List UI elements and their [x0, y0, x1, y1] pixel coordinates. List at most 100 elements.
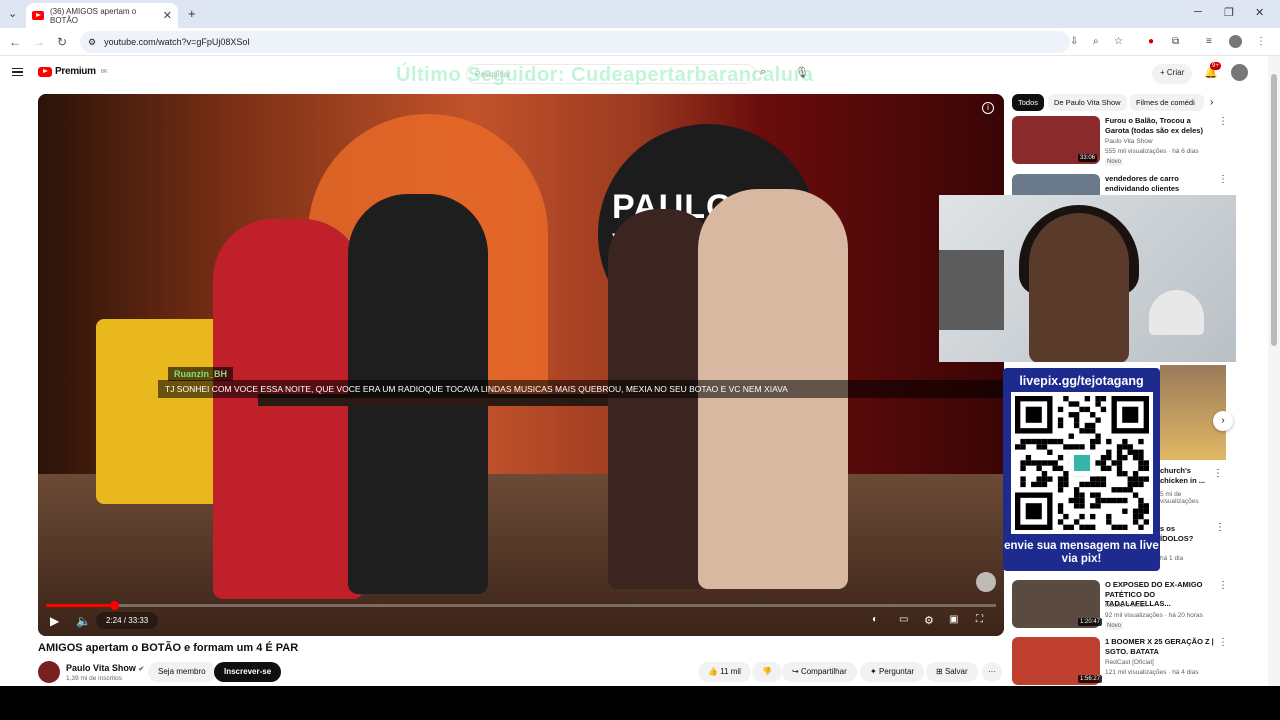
carousel-next-icon[interactable]: ›: [1213, 411, 1233, 431]
qr-module: [1057, 481, 1064, 488]
reco-channel: Paulo Vita Show: [1105, 138, 1153, 145]
qr-module: [1106, 497, 1112, 504]
reco-title[interactable]: vendedores de carro endividando clientes: [1105, 174, 1217, 193]
bookmark-star-icon[interactable]: ☆: [1114, 36, 1123, 47]
dislike-button[interactable]: 👎: [752, 662, 782, 682]
like-button[interactable]: 👍 11 mil: [698, 662, 751, 682]
new-tab-icon[interactable]: +: [188, 6, 196, 21]
reco-item[interactable]: 1:20:47 O EXPOSED DO EX-AMIGO PATÉTICO D…: [1010, 580, 1230, 630]
extensions-puzzle-icon[interactable]: ⧉: [1172, 36, 1179, 47]
page-scrollbar[interactable]: [1268, 56, 1280, 686]
qr-module: [1127, 449, 1133, 455]
qr-module: [1122, 438, 1128, 445]
channel-name[interactable]: Paulo Vita Show ✔: [66, 663, 144, 673]
close-tab-icon[interactable]: ✕: [163, 9, 172, 22]
qr-module: [1138, 503, 1144, 509]
reco-item[interactable]: 33:06 Furou o Balão, Trocou a Garota (to…: [1010, 116, 1230, 166]
qr-module: [1106, 438, 1112, 445]
chip-comedy[interactable]: Filmes de comédi: [1130, 94, 1204, 111]
qr-module: [1063, 524, 1069, 530]
save-button[interactable]: ⊞ Salvar: [926, 662, 978, 682]
ask-button[interactable]: ✦ Perguntar: [860, 662, 925, 682]
zoom-icon[interactable]: ⌕: [1093, 36, 1099, 47]
share-button[interactable]: ↪ Compartilhar: [782, 662, 857, 682]
reco-item[interactable]: 1:56:27 1 BOOMER X 25 GERAÇÃO Z | SGTO. …: [1010, 637, 1230, 686]
qr-module: [1084, 428, 1091, 434]
youtube-logo[interactable]: Premium BR: [38, 66, 107, 77]
reco-duration: 1:20:47: [1078, 618, 1103, 626]
qr-module: [1020, 476, 1026, 482]
back-icon[interactable]: ←: [9, 35, 21, 49]
qr-module: [1095, 481, 1101, 488]
more-actions-button[interactable]: ···: [982, 662, 1002, 682]
qr-module: [1116, 460, 1123, 466]
qr-module: [1111, 497, 1117, 504]
time-display: 2:24 / 33:33: [96, 612, 159, 629]
extension-icon[interactable]: ●: [1148, 36, 1154, 47]
site-info-icon[interactable]: ⚙: [88, 37, 96, 48]
progress-bar[interactable]: [46, 601, 996, 610]
qr-module: [1122, 487, 1128, 493]
qr-module: [1143, 476, 1149, 482]
subtitles-icon[interactable]: ▭: [899, 614, 908, 625]
guide-menu-icon[interactable]: [12, 68, 23, 76]
reco-more-icon[interactable]: ⋮: [1213, 468, 1223, 479]
autoplay-toggle-icon[interactable]: ◐: [872, 614, 878, 625]
browser-tab[interactable]: (36) AMIGOS apertam o BOTÃO ✕: [26, 3, 178, 28]
reco-more-icon[interactable]: ⋮: [1218, 637, 1228, 648]
channel-watermark[interactable]: [976, 572, 996, 592]
fullscreen-icon[interactable]: ⛶: [976, 614, 983, 625]
reco-more-icon[interactable]: ⋮: [1218, 116, 1228, 127]
qr-module: [1025, 454, 1032, 461]
qr-module: [1073, 412, 1080, 418]
maximize-icon[interactable]: ❐: [1224, 6, 1234, 19]
chip-all[interactable]: Todos: [1012, 94, 1045, 111]
reco-title-partial[interactable]: s os ÍDOLOS?: [1160, 524, 1210, 543]
reco-title[interactable]: Furou o Balão, Trocou a Garota (todas sã…: [1105, 116, 1217, 135]
tab-list-icon[interactable]: ⌄: [8, 7, 17, 20]
qr-module: [1116, 497, 1123, 504]
qr-module: [1079, 513, 1085, 520]
thumbs-up-icon: 👍: [708, 667, 721, 676]
qr-module: [1095, 492, 1101, 498]
qr-module: [1090, 524, 1096, 530]
reco-more-icon[interactable]: ⋮: [1218, 580, 1228, 591]
qr-module: [1068, 401, 1074, 407]
media-controls-icon[interactable]: ≡: [1206, 36, 1212, 47]
volume-icon[interactable]: 🔈: [76, 614, 91, 628]
reload-icon[interactable]: ↻: [57, 35, 67, 49]
reco-title-partial[interactable]: church's chicken in ...: [1160, 466, 1210, 485]
qr-module: [1079, 444, 1085, 450]
minimize-icon[interactable]: ─: [1194, 6, 1202, 18]
video-player[interactable]: PAULO VITASh i Ruanzin_BH TJ SONHEI COM …: [38, 94, 1004, 636]
qr-module: [1041, 481, 1048, 488]
qr-module: [1127, 444, 1133, 450]
profile-avatar[interactable]: [1229, 35, 1242, 48]
browser-menu-icon[interactable]: ⋮: [1256, 36, 1266, 47]
qr-module: [1127, 487, 1133, 493]
join-button[interactable]: Seja membro: [148, 662, 216, 682]
qr-module: [1106, 513, 1112, 520]
channel-avatar[interactable]: [38, 661, 60, 683]
info-icon[interactable]: i: [982, 102, 994, 114]
play-icon[interactable]: ▶: [50, 614, 59, 628]
chip-channel[interactable]: De Paulo Vita Show: [1048, 94, 1127, 111]
subscribe-button[interactable]: Inscrever-se: [214, 662, 282, 682]
forward-icon[interactable]: →: [33, 35, 45, 49]
install-icon[interactable]: ⇩: [1070, 36, 1078, 47]
reco-title[interactable]: 1 BOOMER X 25 GERAÇÃO Z | SGTO. BATATA: [1105, 637, 1217, 656]
qr-module: [1090, 481, 1096, 488]
window-close-icon[interactable]: ✕: [1255, 6, 1264, 19]
settings-gear-icon[interactable]: ⚙: [924, 614, 934, 627]
browser-toolbar: ← → ↻ ⚙ youtube.com/watch?v=gFpUj08XSoI …: [0, 28, 1280, 56]
address-bar[interactable]: ⚙ youtube.com/watch?v=gFpUj08XSoI: [80, 31, 1070, 53]
sparkle-icon: ✦: [870, 667, 879, 676]
reco-more-icon[interactable]: ⋮: [1215, 522, 1225, 533]
chips-next-icon[interactable]: ›: [1210, 97, 1213, 108]
theater-mode-icon[interactable]: ▣: [949, 614, 958, 625]
stream-overlay-last-follower: Último Seguidor: Cudeapertarbarancalura: [396, 64, 814, 86]
scrollbar-thumb[interactable]: [1271, 74, 1277, 346]
qr-module: [1079, 481, 1085, 488]
reco-more-icon[interactable]: ⋮: [1218, 174, 1228, 185]
reco-meta-partial: há 1 dia: [1160, 555, 1184, 562]
